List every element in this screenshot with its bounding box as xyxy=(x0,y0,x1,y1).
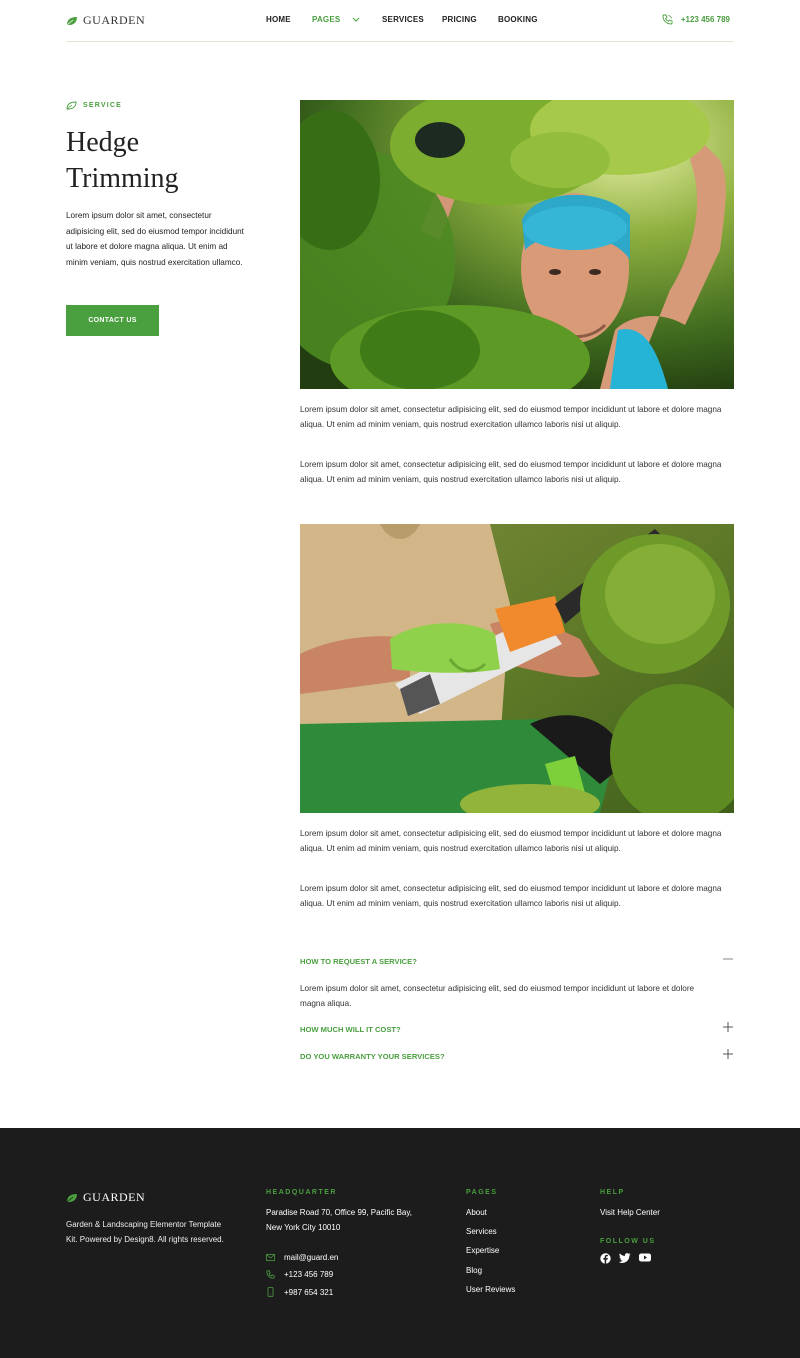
facebook-icon[interactable] xyxy=(600,1253,611,1264)
nav-home[interactable]: HOME xyxy=(266,15,312,24)
nav-pricing[interactable]: PRICING xyxy=(442,15,498,24)
brand-name: GUARDEN xyxy=(83,13,146,27)
faq-question[interactable]: HOW MUCH WILL IT COST? xyxy=(300,1022,734,1034)
footer-email[interactable]: mail@guard.en xyxy=(266,1253,338,1262)
nav-services[interactable]: SERVICES xyxy=(382,15,442,24)
service-tag: SERVICE xyxy=(66,101,122,110)
faq-question-label: HOW TO REQUEST A SERVICE? xyxy=(300,957,417,966)
follow-us-heading: FOLLOW US xyxy=(600,1238,656,1245)
footer-description: Garden & Landscaping Elementor Template … xyxy=(66,1220,224,1244)
plus-icon[interactable] xyxy=(722,1021,734,1033)
mobile-icon xyxy=(267,1287,274,1297)
faq-question-label: DO YOU WARRANTY YOUR SERVICES? xyxy=(300,1052,445,1061)
footer-email-text: mail@guard.en xyxy=(284,1253,339,1262)
site-header: GUARDEN HOME PAGES SERVICES PRICING BOOK… xyxy=(66,0,734,42)
mail-icon xyxy=(266,1254,275,1261)
footer-link-blog[interactable]: Blog xyxy=(466,1266,482,1275)
hedge-trimming-photo-2 xyxy=(300,524,734,813)
minus-icon[interactable] xyxy=(722,953,734,965)
footer-phone-text: +123 456 789 xyxy=(284,1270,334,1279)
leaf-icon xyxy=(66,1193,77,1202)
hedge-trimming-photo-1 xyxy=(300,100,734,389)
footer-logo[interactable]: GUARDEN xyxy=(66,1190,145,1205)
content-paragraph: Lorem ipsum dolor sit amet, consectetur … xyxy=(300,460,722,485)
faq-question-label: HOW MUCH WILL IT COST? xyxy=(300,1025,401,1034)
footer-brand-name: GUARDEN xyxy=(83,1190,146,1204)
footer-link-user-reviews[interactable]: User Reviews xyxy=(466,1285,515,1294)
main-nav: HOME PAGES SERVICES PRICING BOOKING xyxy=(266,15,538,24)
service-tag-label: SERVICE xyxy=(83,102,123,109)
social-links xyxy=(600,1253,651,1264)
headquarter-heading: HEADQUARTER xyxy=(266,1189,337,1196)
nav-booking[interactable]: BOOKING xyxy=(498,15,538,24)
chevron-down-icon xyxy=(353,17,360,22)
plus-icon[interactable] xyxy=(722,1048,734,1060)
leaf-icon xyxy=(66,16,77,25)
faq-question[interactable]: DO YOU WARRANTY YOUR SERVICES? xyxy=(300,1049,734,1061)
intro-text: Lorem ipsum dolor sit amet, consectetur … xyxy=(66,211,244,267)
faq-question[interactable]: HOW TO REQUEST A SERVICE? xyxy=(300,957,734,966)
footer-mobile[interactable]: +987 654 321 xyxy=(266,1287,333,1297)
pages-heading: PAGES xyxy=(466,1189,498,1196)
footer-link-about[interactable]: About xyxy=(466,1208,487,1217)
footer-mobile-text: +987 654 321 xyxy=(284,1287,334,1297)
twitter-icon[interactable] xyxy=(619,1253,631,1264)
site-footer: GUARDEN Garden & Landscaping Elementor T… xyxy=(0,1128,800,1358)
content-paragraph: Lorem ipsum dolor sit amet, consectetur … xyxy=(300,884,722,909)
nav-pages-label: PAGES xyxy=(312,15,341,24)
footer-link-expertise[interactable]: Expertise xyxy=(466,1246,499,1255)
contact-us-button[interactable]: CONTACT US xyxy=(66,305,159,336)
content-paragraph: Lorem ipsum dolor sit amet, consectetur … xyxy=(300,829,722,854)
leaf-outline-icon xyxy=(66,101,77,110)
brand-logo[interactable]: GUARDEN xyxy=(66,13,145,28)
page-title: Hedge Trimming xyxy=(66,127,179,194)
phone-icon xyxy=(662,14,673,25)
footer-address: Paradise Road 70, Office 99, Pacific Bay… xyxy=(266,1208,413,1232)
faq-answer: Lorem ipsum dolor sit amet, consectetur … xyxy=(300,984,695,1009)
footer-link-services[interactable]: Services xyxy=(466,1227,497,1236)
youtube-icon[interactable] xyxy=(639,1253,651,1264)
phone-icon xyxy=(266,1270,275,1279)
help-center-link[interactable]: Visit Help Center xyxy=(600,1208,660,1217)
help-heading: HELP xyxy=(600,1189,625,1196)
header-phone-number: +123 456 789 xyxy=(680,15,730,24)
content-paragraph: Lorem ipsum dolor sit amet, consectetur … xyxy=(300,405,722,430)
header-phone[interactable]: +123 456 789 xyxy=(662,14,730,25)
footer-phone[interactable]: +123 456 789 xyxy=(266,1270,333,1279)
nav-pages[interactable]: PAGES xyxy=(312,15,382,24)
